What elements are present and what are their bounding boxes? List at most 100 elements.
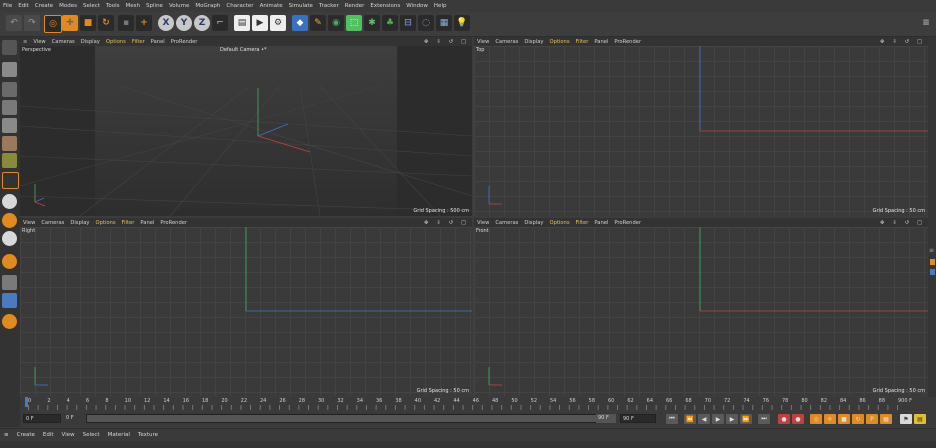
menu-filter[interactable]: Filter [119,220,138,226]
keyframe-selection-icon[interactable]: ◎ [810,414,822,424]
move-view-icon[interactable]: ✥ [877,39,887,45]
material-hamburger-icon[interactable]: ≡ [0,432,13,438]
zoom-view-icon[interactable]: ⇩ [889,39,899,45]
z-axis-lock-icon[interactable]: Z [194,15,210,31]
tweak-mode-icon[interactable] [2,314,17,329]
menu-animate[interactable]: Animate [257,3,286,9]
viewport-canvas[interactable]: Front Grid Spacing : 50 cm [474,227,928,396]
viewport-canvas[interactable]: Perspective Default Camera •* Grid Spaci… [20,46,472,216]
menu-display[interactable]: Display [521,39,546,45]
make-editable-icon[interactable] [2,40,17,55]
snap-settings-icon[interactable] [2,213,17,228]
menu-options[interactable]: Options [93,220,119,226]
preview-range-slider[interactable] [86,414,616,423]
material-menu-texture[interactable]: Texture [134,432,162,438]
model-mode-icon[interactable] [2,62,17,77]
polygons-mode-icon[interactable] [2,153,17,168]
timeline-window-icon[interactable]: ▤ [914,414,926,424]
menu-cameras[interactable]: Cameras [38,220,67,226]
menu-volume[interactable]: Volume [166,3,192,9]
menu-view[interactable]: View [20,220,38,226]
menu-render[interactable]: Render [342,3,368,9]
menu-character[interactable]: Character [223,3,256,9]
viewport-canvas[interactable]: Right Grid Spacing : 50 cm [20,227,472,396]
key-parameter-icon[interactable]: P [866,414,878,424]
quantize-icon[interactable] [2,231,17,246]
timeline-ruler[interactable]: 0 F 0 2 4 6 8 10 12 14 16 18 20 22 24 26 28 30 32 34 36 38 4… [20,397,936,411]
move-view-icon[interactable]: ✥ [421,220,431,226]
move-view-icon[interactable]: ✥ [877,220,887,226]
menu-modes[interactable]: Modes [56,3,80,9]
panel-menu-icon[interactable]: ≡ [929,247,934,254]
menu-window[interactable]: Window [403,3,431,9]
menu-filter[interactable]: Filter [573,39,592,45]
menu-panel[interactable]: Panel [137,220,157,226]
zoom-view-icon[interactable]: ⇩ [433,220,443,226]
next-key-icon[interactable]: ⏩ [740,414,752,424]
menu-view[interactable]: View [474,39,492,45]
menu-select[interactable]: Select [80,3,103,9]
autokey-icon[interactable]: ● [792,414,804,424]
menu-options[interactable]: Options [547,220,573,226]
menu-options[interactable]: Options [547,39,573,45]
previous-frame-icon[interactable]: ◀ [698,414,710,424]
play-icon[interactable]: ▶ [712,414,724,424]
workplane-lock-icon[interactable] [2,293,17,308]
undo-icon[interactable]: ↶ [6,15,22,31]
zoom-view-icon[interactable]: ⇩ [433,39,443,45]
array-icon[interactable]: ⬚ [346,15,362,31]
menu-filter[interactable]: Filter [129,39,148,45]
render-settings-icon[interactable]: ⚙ [270,15,286,31]
record-keys-icon[interactable]: ● [778,414,790,424]
key-rotation-icon[interactable]: ↻ [852,414,864,424]
motion-system-icon[interactable]: ⚑ [900,414,912,424]
menu-tracker[interactable]: Tracker [316,3,342,9]
texture-mode-icon[interactable] [2,82,17,97]
menu-file[interactable]: File [0,3,15,9]
viewport-front[interactable]: View Cameras Display Options Filter Pane… [474,218,928,396]
scale-tool-icon[interactable]: ■ [80,15,96,31]
rotate-view-icon[interactable]: ↺ [446,39,456,45]
toggle-view-icon[interactable]: □ [914,39,925,45]
create-icon[interactable]: + [136,15,152,31]
points-mode-icon[interactable] [2,118,17,133]
move-tool-icon[interactable]: ✛ [62,15,78,31]
move-view-icon[interactable]: ✥ [421,39,431,45]
cube-icon[interactable]: ◆ [292,15,308,31]
toggle-view-icon[interactable]: □ [914,220,925,226]
menu-create[interactable]: Create [32,3,56,9]
menu-prorender[interactable]: ProRender [611,220,644,226]
menu-options[interactable]: Options [103,39,129,45]
rotate-view-icon[interactable]: ↺ [902,220,912,226]
pen-spline-icon[interactable]: ✎ [310,15,326,31]
axis-mode-icon[interactable] [2,172,19,189]
menu-panel[interactable]: Panel [591,220,611,226]
end-frame-field[interactable]: 90 F [620,414,656,423]
redo-icon[interactable]: ↷ [24,15,40,31]
current-frame-field[interactable]: 0 F [23,414,61,423]
menu-simulate[interactable]: Simulate [286,3,316,9]
subdivision-surface-icon[interactable]: ◉ [328,15,344,31]
toggle-view-icon[interactable]: □ [458,39,469,45]
menu-prorender[interactable]: ProRender [157,220,190,226]
key-scale-icon[interactable]: ■ [838,414,850,424]
scene-icon[interactable]: ▦ [436,15,452,31]
viewport-perspective[interactable]: ≡ View Cameras Display Options Filter Pa… [20,37,472,216]
menu-mesh[interactable]: Mesh [123,3,143,9]
panel-tab-icon[interactable] [930,269,935,275]
workplane-icon[interactable] [2,100,17,115]
light-icon[interactable]: ◌ [418,15,434,31]
menu-spline[interactable]: Spline [143,3,166,9]
menu-cameras[interactable]: Cameras [492,39,521,45]
menu-prorender[interactable]: ProRender [611,39,644,45]
menu-mograph[interactable]: MoGraph [192,3,223,9]
live-selection-icon[interactable]: ◎ [44,15,62,33]
material-menu-create[interactable]: Create [13,432,39,438]
material-menu-view[interactable]: View [58,432,79,438]
material-menu-edit[interactable]: Edit [39,432,58,438]
viewport-hamburger-icon[interactable]: ≡ [20,39,30,45]
go-to-end-icon[interactable]: ⏭ [758,414,770,424]
light-bulb-icon[interactable]: 💡 [454,15,470,31]
menu-help[interactable]: Help [431,3,450,9]
y-axis-lock-icon[interactable]: Y [176,15,192,31]
